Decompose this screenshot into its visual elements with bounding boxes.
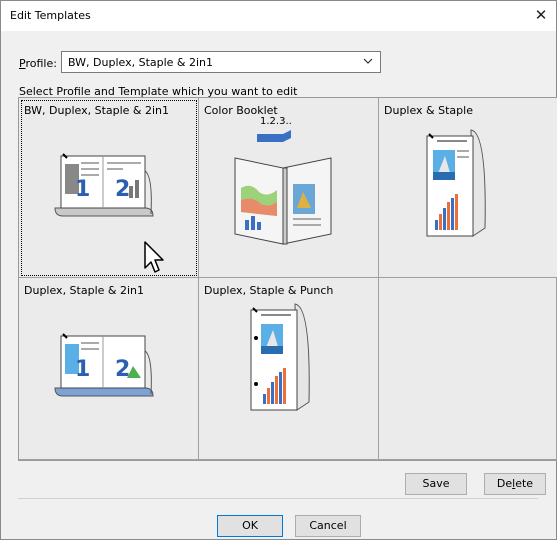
duplex-staple-punch-icon (250, 303, 310, 411)
cancel-button[interactable]: Cancel (295, 515, 361, 537)
ok-button[interactable]: OK (217, 515, 283, 537)
delete-button[interactable]: Delete (484, 473, 546, 495)
template-cell-bw-duplex-staple-2in1[interactable]: BW, Duplex, Staple & 2in1 1 2 (19, 98, 199, 278)
svg-text:2: 2 (115, 357, 130, 382)
bw-duplex-2in1-icon: 1 2 (54, 153, 154, 217)
delete-label-start: De (496, 477, 513, 490)
color-booklet-icon (234, 130, 332, 245)
template-label: Duplex, Staple & Punch (204, 284, 334, 297)
template-label: BW, Duplex, Staple & 2in1 (24, 104, 170, 117)
profile-select[interactable]: BW, Duplex, Staple & 2in1 (61, 51, 381, 73)
template-cell-duplex-staple[interactable]: Duplex & Staple (379, 98, 557, 278)
save-button[interactable]: Save (405, 473, 467, 495)
template-cell-color-booklet[interactable]: Color Booklet 1.2.3.. (199, 98, 379, 278)
edit-templates-dialog: Edit Templates ✕ Profile: BW, Duplex, St… (0, 0, 557, 540)
duplex-staple-icon (426, 129, 486, 237)
svg-text:1: 1 (75, 177, 90, 202)
template-grid: BW, Duplex, Staple & 2in1 1 2 Color Book… (18, 97, 557, 461)
chevron-down-icon (363, 58, 373, 64)
title-bar: Edit Templates ✕ (1, 1, 556, 31)
delete-label-end: ete (515, 477, 534, 490)
profile-label-text: rofile: (25, 57, 57, 70)
svg-text:2: 2 (115, 177, 130, 202)
template-label: Duplex & Staple (384, 104, 473, 117)
dialog-title: Edit Templates (10, 9, 91, 22)
mouse-cursor-icon (144, 241, 164, 273)
separator (18, 498, 538, 499)
template-cell-duplex-staple-2in1[interactable]: Duplex, Staple & 2in1 1 2 (19, 278, 199, 460)
template-cell-duplex-staple-punch[interactable]: Duplex, Staple & Punch (199, 278, 379, 460)
profile-select-value: BW, Duplex, Staple & 2in1 (68, 56, 214, 69)
duplex-staple-2in1-icon: 1 2 (54, 333, 154, 397)
booklet-caption: 1.2.3.. (260, 116, 292, 127)
close-icon[interactable]: ✕ (532, 6, 550, 24)
svg-text:1: 1 (75, 357, 90, 382)
template-label: Duplex, Staple & 2in1 (24, 284, 144, 297)
profile-label: Profile: (19, 57, 57, 70)
template-cell-empty[interactable] (379, 278, 557, 460)
